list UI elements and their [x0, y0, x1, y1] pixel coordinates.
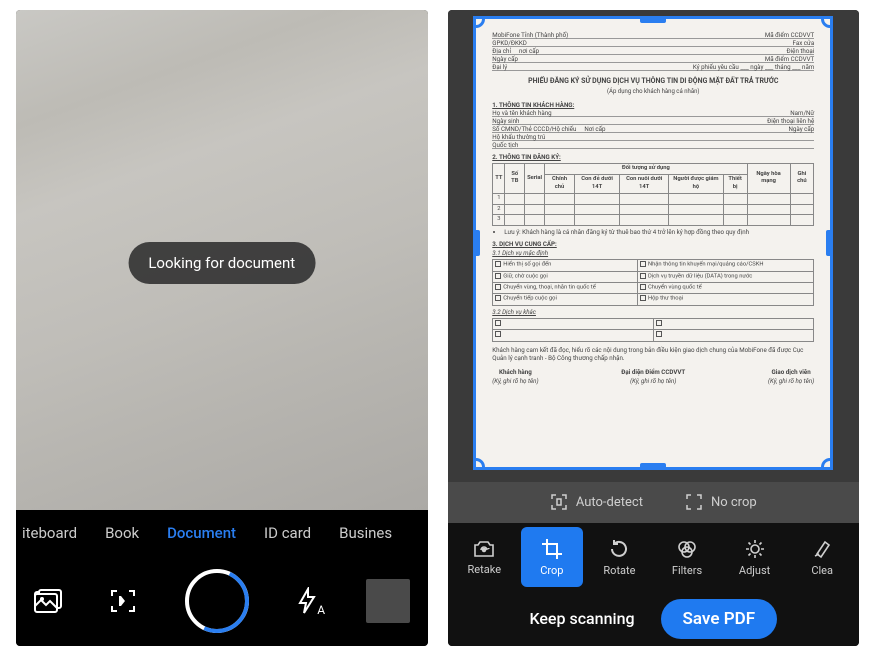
crop-handle-tl[interactable] — [473, 16, 485, 28]
crop-handle-tr[interactable] — [821, 16, 833, 28]
services-table: Hiển thị số gọi đếnNhận thông tin khuyến… — [492, 259, 814, 305]
status-toast: Looking for document — [128, 242, 315, 284]
save-pdf-button[interactable]: Save PDF — [661, 599, 778, 639]
scanned-document[interactable]: MobiFone Tỉnh (Thành phố)Mã điểm CCDVVT … — [473, 16, 833, 470]
save-bar: Keep scanning Save PDF — [448, 592, 860, 646]
scanner-edit-screen: MobiFone Tỉnh (Thành phố)Mã điểm CCDVVT … — [448, 10, 860, 646]
crop-handle-br[interactable] — [821, 458, 833, 470]
mode-whiteboard[interactable]: iteboard — [22, 524, 77, 542]
doc-title: PHIẾU ĐĂNG KÝ SỬ DỤNG DỊCH VỤ THÔNG TIN … — [492, 77, 814, 86]
mode-business[interactable]: Busines — [339, 524, 392, 542]
mode-book[interactable]: Book — [105, 524, 139, 542]
crop-button[interactable]: Crop — [521, 527, 583, 587]
flash-mode-label: A — [317, 603, 325, 617]
capture-mode-strip[interactable]: iteboard Book Document ID card Busines — [16, 510, 428, 556]
keep-scanning-button[interactable]: Keep scanning — [529, 609, 634, 628]
crop-handle-top[interactable] — [640, 16, 666, 23]
crop-canvas[interactable]: MobiFone Tỉnh (Thành phố)Mã điểm CCDVVT … — [448, 10, 860, 482]
no-crop-label: No crop — [711, 495, 757, 510]
crop-mode-bar: Auto-detect No crop — [448, 482, 860, 523]
camera-viewfinder[interactable]: Looking for document — [16, 10, 428, 510]
mode-id-card[interactable]: ID card — [264, 524, 311, 542]
adjust-button[interactable]: Adjust — [724, 527, 786, 587]
no-crop-button[interactable]: No crop — [685, 493, 757, 511]
auto-detect-button[interactable]: Auto-detect — [550, 493, 643, 511]
filters-button[interactable]: Filters — [656, 527, 718, 587]
edit-toolbar: Retake Crop Rotate Filters — [448, 523, 860, 592]
mode-document[interactable]: Document — [167, 524, 236, 542]
crop-handle-bl[interactable] — [473, 458, 485, 470]
last-capture-thumbnail[interactable] — [366, 579, 410, 623]
gallery-button[interactable] — [34, 589, 62, 613]
auto-detect-label: Auto-detect — [576, 495, 643, 510]
auto-capture-button[interactable] — [110, 588, 136, 614]
scanner-capture-screen: Looking for document iteboard Book Docum… — [16, 10, 428, 646]
rotate-button[interactable]: Rotate — [589, 527, 651, 587]
flash-button[interactable]: A — [297, 587, 317, 615]
crop-handle-bottom[interactable] — [640, 463, 666, 470]
crop-handle-right[interactable] — [826, 230, 833, 256]
retake-button[interactable]: Retake — [454, 527, 516, 587]
clean-button[interactable]: Clea — [791, 527, 853, 587]
capture-action-bar: A — [16, 556, 428, 646]
crop-handle-left[interactable] — [473, 230, 480, 256]
shutter-button[interactable] — [185, 569, 249, 633]
doc-subtitle: (Áp dụng cho khách hàng cá nhân) — [492, 88, 814, 96]
subscription-table: TT Số TB Serial Đối tượng sử dụng Ngày h… — [492, 163, 814, 226]
